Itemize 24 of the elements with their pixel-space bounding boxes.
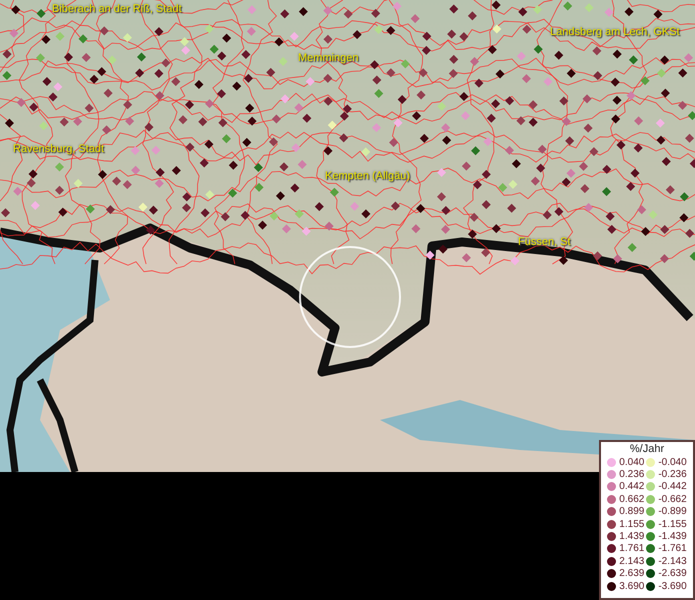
legend-value: 1.155 [619, 518, 644, 530]
legend-value: 2.143 [619, 556, 644, 567]
legend-value: -2.639 [658, 568, 687, 580]
legend-value: -0.899 [658, 506, 687, 518]
legend-value: 0.662 [619, 494, 644, 505]
legend-value: 3.690 [619, 580, 644, 592]
legend-value: 0.442 [619, 481, 644, 492]
legend-value: -0.236 [658, 469, 687, 480]
legend-value: -0.442 [658, 481, 687, 492]
legend-value: -2.143 [658, 556, 687, 567]
legend-title: %/Jahr [630, 443, 664, 456]
legend-value: -0.662 [658, 494, 687, 505]
legend-value: 0.040 [619, 456, 644, 468]
legend-value: 1.439 [619, 531, 644, 542]
legend-value: 2.639 [619, 568, 644, 580]
legend-value: 0.236 [619, 469, 644, 480]
legend-value: 1.761 [619, 543, 644, 554]
legend-value: -1.155 [658, 518, 687, 530]
legend-value: -3.690 [658, 580, 687, 592]
place-label: Kempten (Allgäu) [325, 170, 410, 182]
legend-value: -1.439 [658, 531, 687, 542]
legend-value: -1.761 [658, 543, 687, 554]
legend-value: -0.040 [658, 456, 687, 468]
legend-value: 0.899 [619, 506, 644, 518]
